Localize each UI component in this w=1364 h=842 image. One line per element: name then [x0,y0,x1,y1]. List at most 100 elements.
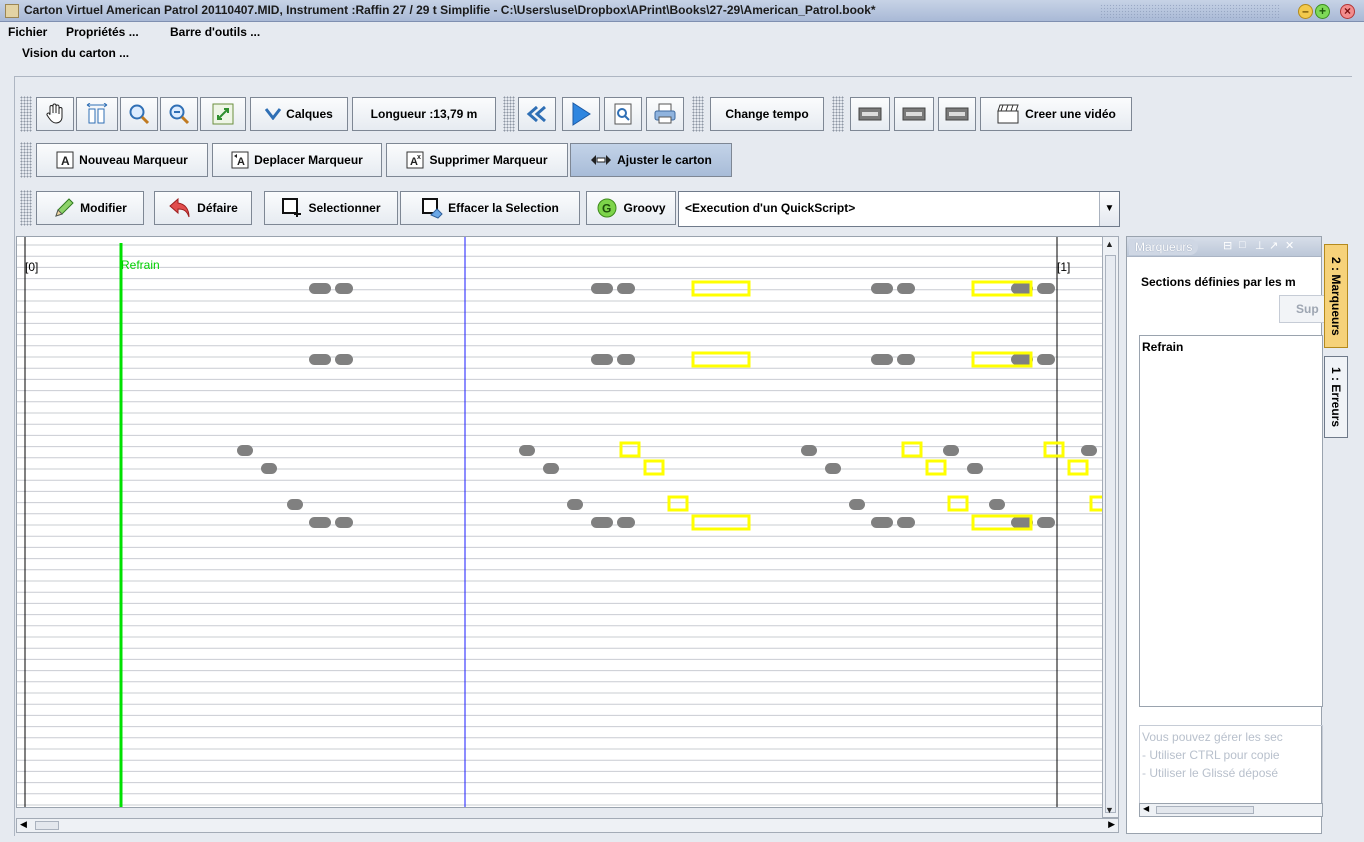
selected-note[interactable] [947,495,969,512]
move-marker-button[interactable]: A Deplacer Marqueur [212,143,382,177]
scroll-down-icon[interactable]: ▼ [1105,805,1114,815]
note[interactable] [309,354,331,365]
selected-note[interactable] [691,351,751,368]
panel-restore-icon[interactable]: ⊟ [1223,239,1232,252]
panel-scroll-thumb[interactable] [1156,806,1254,814]
selected-note[interactable] [619,441,641,458]
hand-tool-button[interactable] [36,97,74,131]
toolbar-grip[interactable] [20,96,32,132]
rewind-button[interactable] [518,97,556,131]
selected-note[interactable] [901,441,923,458]
toolbar-grip[interactable] [503,96,515,132]
delete-marker-button[interactable]: Ax Supprimer Marqueur [386,143,568,177]
note[interactable] [287,499,303,510]
zoom-out-button[interactable] [160,97,198,131]
tape-button-3[interactable] [938,97,976,131]
horizontal-scroll-thumb[interactable] [35,821,59,830]
toolbar-grip[interactable] [20,142,32,178]
panel-maximize-icon[interactable]: □ [1239,239,1246,251]
panel-float-icon[interactable]: ↗ [1269,239,1278,252]
note[interactable] [591,354,613,365]
delete-section-button[interactable]: Sup [1279,295,1325,323]
tab-errors[interactable]: 1 : Erreurs [1324,356,1348,438]
menu-fichier[interactable]: Fichier [8,25,47,39]
play-button[interactable] [562,97,600,131]
toolbar-grip[interactable] [20,190,32,226]
clear-selection-button[interactable]: Effacer la Selection [400,191,580,225]
scroll-right-icon[interactable]: ▶ [1108,819,1115,830]
selected-note[interactable] [667,495,689,512]
selected-note[interactable] [925,459,947,476]
note[interactable] [967,463,983,474]
note[interactable] [591,283,613,294]
vertical-scrollbar[interactable]: ▲ ▼ [1102,236,1119,818]
note[interactable] [309,517,331,528]
note[interactable] [871,354,893,365]
toolbar-grip[interactable] [692,96,704,132]
scroll-up-icon[interactable]: ▲ [1105,239,1114,249]
note[interactable] [617,283,635,294]
zoom-in-button[interactable] [120,97,158,131]
fit-page-button[interactable] [200,97,246,131]
menu-barre-outils[interactable]: Barre d'outils ... [170,25,260,39]
create-video-button[interactable]: Creer une vidéo [980,97,1132,131]
note[interactable] [1037,283,1055,294]
scroll-left-icon[interactable]: ◀ [20,819,27,830]
tab-markers[interactable]: 2 : Marqueurs [1324,244,1348,348]
selected-note[interactable] [691,514,751,531]
note[interactable] [897,517,915,528]
note[interactable] [237,445,253,456]
panel-close-icon[interactable]: ✕ [1285,239,1294,252]
adjust-carton-button[interactable]: Ajuster le carton [570,143,732,177]
vertical-scroll-thumb[interactable] [1105,255,1116,813]
list-item[interactable]: Refrain [1142,340,1183,354]
maximize-icon[interactable]: + [1315,4,1330,19]
note[interactable] [335,283,353,294]
note[interactable] [943,445,959,456]
note[interactable] [849,499,865,510]
note[interactable] [1081,445,1097,456]
horizontal-scrollbar[interactable]: ◀ ▶ [16,818,1119,833]
groovy-button[interactable]: G Groovy [586,191,676,225]
note[interactable] [543,463,559,474]
new-marker-button[interactable]: A Nouveau Marqueur [36,143,208,177]
note[interactable] [871,517,893,528]
note[interactable] [897,354,915,365]
fit-width-button[interactable] [76,97,118,131]
layers-button[interactable]: Calques [250,97,348,131]
tape-button-2[interactable] [894,97,934,131]
note[interactable] [567,499,583,510]
panel-pin-icon[interactable]: ⊥ [1255,239,1265,252]
print-button[interactable] [646,97,684,131]
select-button[interactable]: Selectionner [264,191,398,225]
note[interactable] [617,354,635,365]
note[interactable] [591,517,613,528]
piano-roll-canvas[interactable]: [0] [1] Refrain [16,236,1104,808]
selected-note[interactable] [643,459,665,476]
tape-button-1[interactable] [850,97,890,131]
preview-button[interactable] [604,97,642,131]
selected-note[interactable] [1043,441,1065,458]
scroll-left-icon[interactable]: ◀ [1143,804,1149,813]
menu-proprietes[interactable]: Propriétés ... [66,25,139,39]
modify-button[interactable]: Modifier [36,191,144,225]
note[interactable] [335,354,353,365]
panel-horizontal-scrollbar[interactable]: ◀ [1139,803,1323,817]
note[interactable] [801,445,817,456]
sections-list[interactable]: Refrain [1139,335,1323,707]
note[interactable] [335,517,353,528]
undo-button[interactable]: Défaire [154,191,252,225]
close-icon[interactable]: × [1340,4,1355,19]
note[interactable] [617,517,635,528]
selected-note[interactable] [1067,459,1089,476]
note[interactable] [261,463,277,474]
note[interactable] [897,283,915,294]
quickscript-select[interactable]: <Execution d'un QuickScript> ▼ [678,191,1120,227]
change-tempo-button[interactable]: Change tempo [710,97,824,131]
note[interactable] [989,499,1005,510]
note[interactable] [871,283,893,294]
selected-note[interactable] [691,280,751,297]
note[interactable] [309,283,331,294]
note[interactable] [519,445,535,456]
chevron-down-icon[interactable]: ▼ [1099,192,1119,226]
